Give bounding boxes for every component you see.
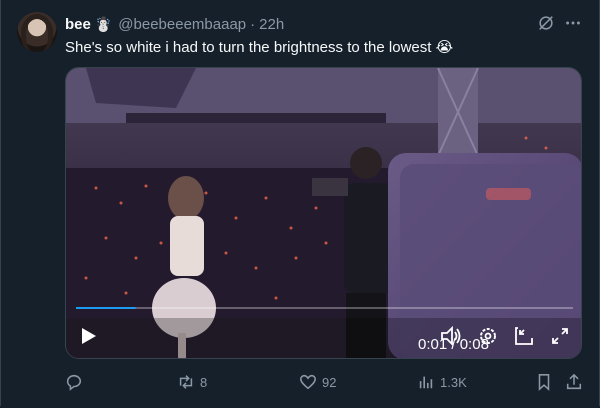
repost-count: 8 <box>200 374 208 390</box>
timestamp[interactable]: 22h <box>259 16 284 33</box>
repost-icon <box>179 375 193 389</box>
display-name[interactable]: bee <box>65 16 91 33</box>
views-icon <box>419 376 433 389</box>
bookmark-button[interactable] <box>535 372 558 392</box>
reply-icon <box>66 374 82 391</box>
view-count: 1.3K <box>440 374 467 390</box>
tweet-actions: 8 92 1.3K <box>65 372 585 392</box>
grok-icon[interactable] <box>537 14 555 32</box>
separator-dot: · <box>250 15 256 33</box>
tweet-header: bee ☃️ @beebeeembaaap · 22h <box>65 14 284 34</box>
video-timestamp: 0:01 / 0:08 <box>418 336 489 353</box>
video-current-time: 0:01 <box>418 336 448 353</box>
share-icon <box>566 373 582 390</box>
progress-fill <box>76 307 136 309</box>
reply-button[interactable] <box>65 372 88 392</box>
user-handle[interactable]: @beebeeembaaap <box>118 16 246 33</box>
video-time-separator: / <box>447 336 460 353</box>
share-button[interactable] <box>565 372 588 392</box>
video-player[interactable]: 0:01 / 0:08 <box>65 67 582 359</box>
tweet[interactable]: bee ☃️ @beebeeembaaap · 22h She's so whi… <box>0 0 600 406</box>
like-count: 92 <box>322 374 337 390</box>
more-icon[interactable] <box>564 14 582 32</box>
progress-track[interactable] <box>76 307 573 309</box>
heart-icon <box>300 374 316 390</box>
avatar[interactable] <box>17 12 57 52</box>
bookmark-icon <box>538 374 550 391</box>
tweet-text: She's so white i had to turn the brightn… <box>65 39 454 56</box>
video-frame[interactable] <box>66 68 582 359</box>
like-button[interactable]: 92 <box>299 372 336 392</box>
views-button[interactable]: 1.3K <box>417 372 467 392</box>
video-duration: 0:08 <box>459 336 489 353</box>
repost-button[interactable]: 8 <box>177 372 207 392</box>
name-emoji: ☃️ <box>94 15 113 32</box>
